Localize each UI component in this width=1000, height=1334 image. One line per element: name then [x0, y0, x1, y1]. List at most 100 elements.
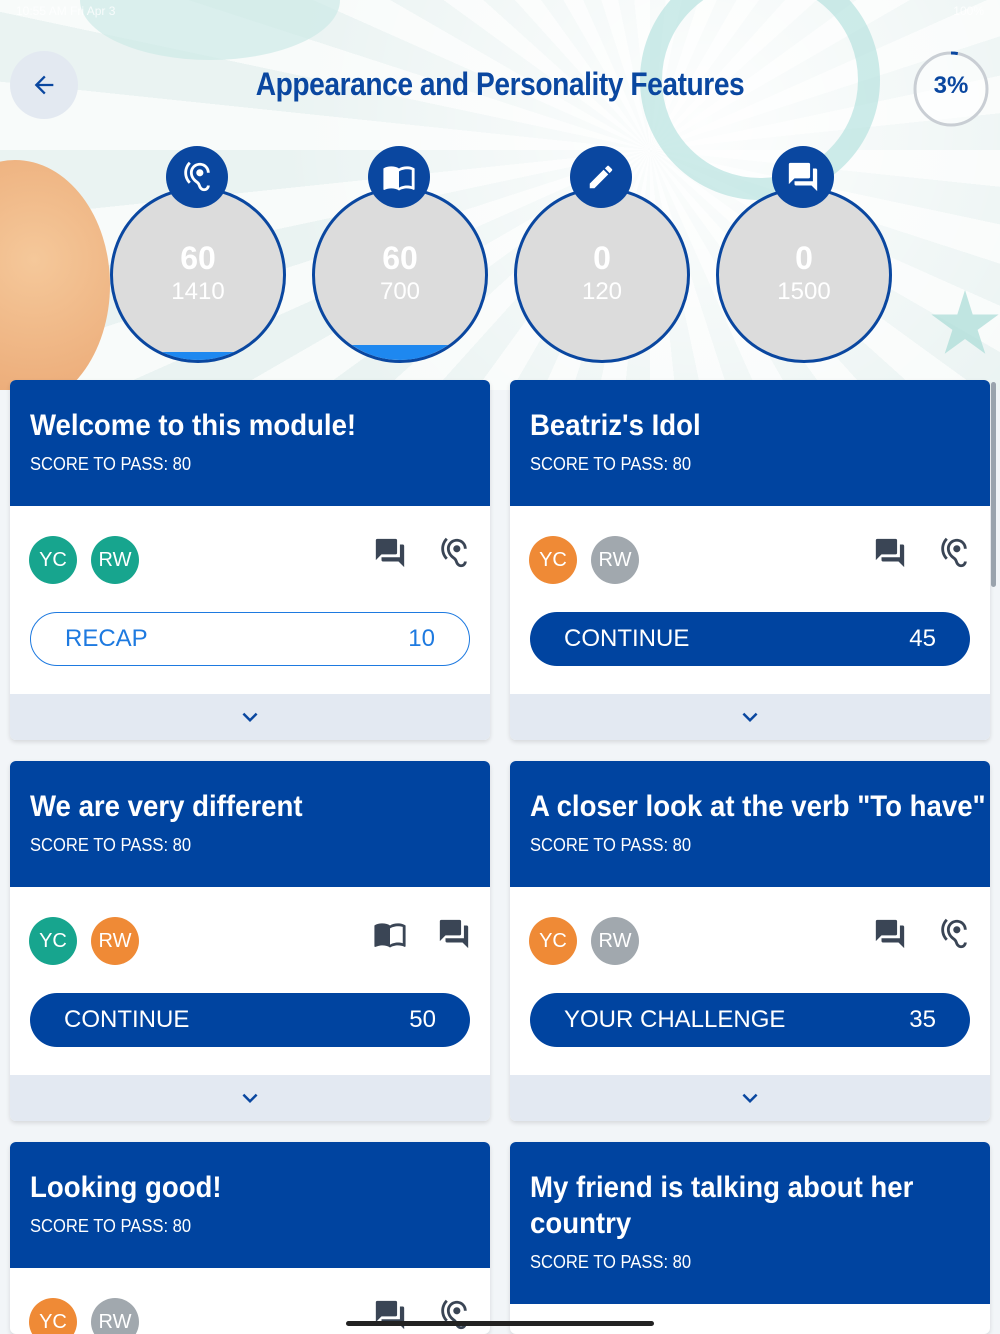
status-time: 10:55 AM: [16, 4, 67, 18]
chat-icon: [772, 146, 834, 208]
action-label: YOUR CHALLENGE: [564, 1006, 786, 1033]
lesson-title: Welcome to this module!: [30, 409, 357, 442]
skill-total: 120: [581, 278, 623, 305]
lesson-meta: YC RW: [510, 506, 990, 612]
skill-points: 60: [180, 240, 216, 276]
skill-points: 60: [382, 240, 418, 276]
chevron-down-icon: [242, 712, 258, 722]
skill-fill: [113, 352, 283, 360]
lesson-header: Looking good! SCORE TO PASS: 80: [10, 1142, 490, 1268]
skill-meter-book: 60 700: [310, 145, 490, 363]
lesson-header: A closer look at the verb "To have" SCOR…: [510, 761, 990, 887]
avatar: RW: [91, 536, 139, 584]
skill-circle: 0 1500: [716, 187, 892, 363]
lesson-title: Beatriz's Idol: [530, 409, 701, 442]
skill-meter-pencil: 0 120: [512, 145, 692, 363]
lesson-action-button[interactable]: CONTINUE 50: [30, 993, 470, 1047]
lesson-action-button[interactable]: YOUR CHALLENGE 35: [530, 993, 970, 1047]
chat-icon[interactable]: [373, 1298, 407, 1332]
chat-icon[interactable]: [373, 536, 407, 570]
skill-circle: 60 1410: [110, 187, 286, 363]
skill-fill: [315, 344, 485, 360]
pencil-icon: [570, 146, 632, 208]
ear-icon: [166, 146, 228, 208]
ear-icon[interactable]: [937, 536, 971, 570]
progress-percent: 3%: [933, 72, 969, 99]
lesson-card[interactable]: Beatriz's Idol SCORE TO PASS: 80 YC RW CO…: [510, 380, 990, 740]
score-to-pass: SCORE TO PASS: 80: [30, 1216, 192, 1236]
score-to-pass: SCORE TO PASS: 80: [530, 1252, 692, 1272]
expand-button[interactable]: [510, 1075, 990, 1121]
action-value: 35: [909, 1006, 936, 1033]
chevron-down-icon: [742, 712, 758, 722]
lesson-action-button[interactable]: RECAP 10: [30, 612, 470, 666]
status-bar: 10:55 AM Fri Apr 3 100%: [16, 4, 984, 18]
lesson-card[interactable]: A closer look at the verb "To have" SCOR…: [510, 761, 990, 1121]
lesson-card[interactable]: Looking good! SCORE TO PASS: 80 YC RW: [10, 1142, 490, 1334]
action-value: 45: [909, 625, 936, 652]
avatar: RW: [91, 917, 139, 965]
action-label: RECAP: [65, 625, 148, 652]
expand-button[interactable]: [10, 1075, 490, 1121]
home-indicator[interactable]: [346, 1321, 654, 1326]
lesson-card[interactable]: We are very different SCORE TO PASS: 80 …: [10, 761, 490, 1121]
skill-total: 700: [379, 278, 421, 305]
scrollbar[interactable]: [991, 382, 996, 587]
ear-icon[interactable]: [437, 536, 471, 570]
chevron-down-icon: [742, 1093, 758, 1103]
score-to-pass: SCORE TO PASS: 80: [30, 835, 192, 855]
avatar: YC: [29, 536, 77, 584]
battery-status: 100%: [953, 4, 984, 18]
status-date: Fri Apr 3: [70, 4, 116, 18]
skill-meter-chat: 0 1500: [714, 145, 894, 363]
page-title: Appearance and Personality Features: [255, 66, 745, 102]
action-value: 10: [408, 625, 435, 652]
avatar: YC: [29, 917, 77, 965]
skill-circle: 60 700: [312, 187, 488, 363]
book-icon: [368, 146, 430, 208]
lesson-header: Welcome to this module! SCORE TO PASS: 8…: [10, 380, 490, 506]
avatar: YC: [529, 917, 577, 965]
lesson-action-button[interactable]: CONTINUE 45: [530, 612, 970, 666]
avatar: RW: [91, 1298, 139, 1334]
lesson-meta: YC RW: [10, 887, 490, 993]
chat-icon[interactable]: [873, 917, 907, 951]
lesson-meta: YC RW: [10, 506, 490, 612]
avatar: RW: [591, 917, 639, 965]
lesson-meta: YC RW: [510, 887, 990, 993]
module-progress: 3%: [912, 50, 990, 128]
arrow-left-icon: [34, 75, 54, 95]
avatar: RW: [591, 536, 639, 584]
ear-icon[interactable]: [937, 917, 971, 951]
avatar: YC: [529, 536, 577, 584]
lesson-title: We are very different: [30, 790, 303, 823]
lesson-header: My friend is talking about her country S…: [510, 1142, 990, 1304]
skill-circle: 0 120: [514, 187, 690, 363]
lesson-card[interactable]: Welcome to this module! SCORE TO PASS: 8…: [10, 380, 490, 740]
skill-points: 0: [795, 240, 813, 276]
avatar: YC: [29, 1298, 77, 1334]
action-label: CONTINUE: [564, 625, 690, 652]
book-icon[interactable]: [373, 917, 407, 951]
chevron-down-icon: [242, 1093, 258, 1103]
skill-points: 0: [593, 240, 611, 276]
action-label: CONTINUE: [64, 1006, 190, 1033]
expand-button[interactable]: [510, 694, 990, 740]
chat-icon[interactable]: [437, 917, 471, 951]
score-to-pass: SCORE TO PASS: 80: [530, 454, 692, 474]
chat-icon[interactable]: [873, 536, 907, 570]
skill-total: 1410: [171, 278, 225, 305]
action-value: 50: [409, 1006, 436, 1033]
expand-button[interactable]: [10, 694, 490, 740]
lesson-title: A closer look at the verb "To have": [530, 790, 986, 823]
score-to-pass: SCORE TO PASS: 80: [530, 835, 692, 855]
lesson-header: We are very different SCORE TO PASS: 80: [10, 761, 490, 887]
score-to-pass: SCORE TO PASS: 80: [30, 454, 192, 474]
lesson-card[interactable]: My friend is talking about her country S…: [510, 1142, 990, 1334]
lesson-title: My friend is talking about her country: [530, 1171, 914, 1240]
skill-meter-ear: 60 1410: [108, 145, 288, 363]
lesson-title: Looking good!: [30, 1171, 222, 1204]
ear-icon[interactable]: [437, 1298, 471, 1332]
lesson-header: Beatriz's Idol SCORE TO PASS: 80: [510, 380, 990, 506]
skill-total: 1500: [777, 278, 831, 305]
